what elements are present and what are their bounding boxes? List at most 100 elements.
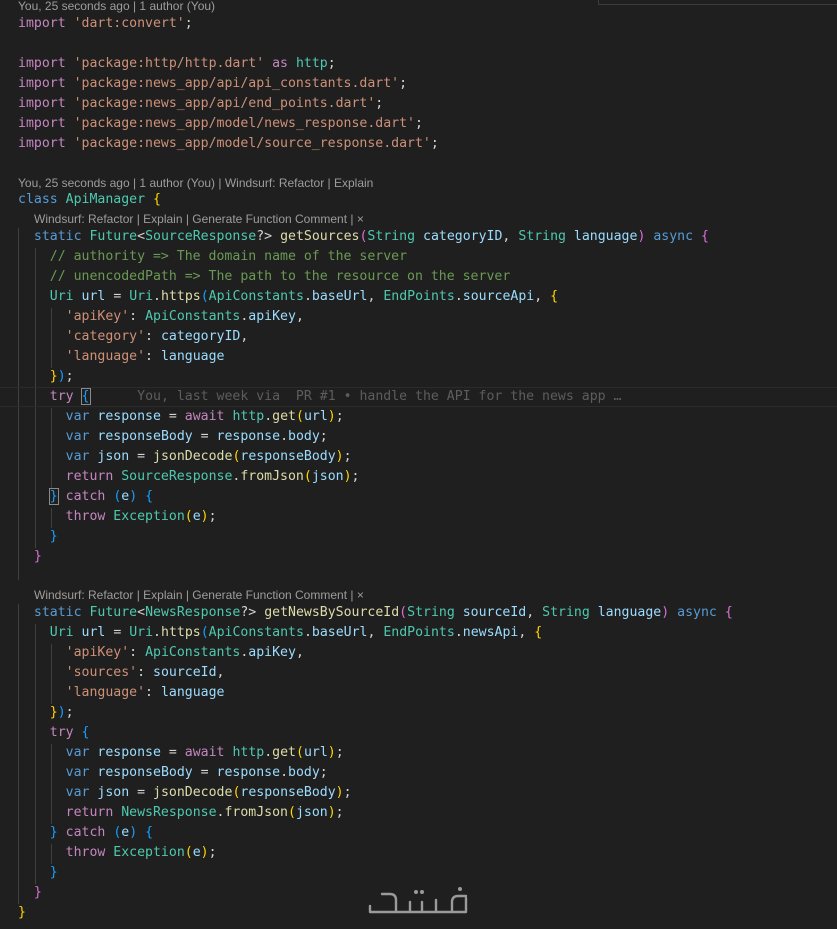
code-line[interactable]: return SourceResponse.fromJson(json); <box>18 467 360 487</box>
variable: language <box>160 685 225 700</box>
function-name: get <box>272 409 296 424</box>
code-line[interactable]: // authority => The domain name of the s… <box>18 247 407 267</box>
code-line[interactable]: var json = jsonDecode(responseBody); <box>18 783 352 803</box>
code-line[interactable]: } <box>18 903 26 923</box>
code-line[interactable]: 'language': language <box>18 683 225 703</box>
code-line[interactable]: } <box>18 547 42 567</box>
keyword: as <box>272 56 288 71</box>
identifier: http <box>232 745 265 760</box>
type: Uri <box>49 289 74 304</box>
type: Exception <box>113 845 185 860</box>
code-line[interactable]: import 'package:news_app/model/news_resp… <box>18 114 423 134</box>
close-icon[interactable]: × <box>357 588 364 602</box>
variable: response <box>97 409 161 424</box>
string: 'apiKey' <box>65 309 130 324</box>
code-line[interactable]: Uri url = Uri.https(ApiConstants.baseUrl… <box>18 287 558 307</box>
keyword: static <box>33 605 82 620</box>
code-line[interactable]: class ApiManager { <box>18 190 161 210</box>
code-line[interactable]: var responseBody = response.body; <box>18 763 328 783</box>
codelens-blame-class[interactable]: You, 25 seconds ago | 1 author (You) | W… <box>18 175 373 191</box>
keyword: import <box>18 76 66 91</box>
code-line[interactable]: import 'package:news_app/api/end_points.… <box>18 94 383 114</box>
identifier: http <box>295 56 328 71</box>
keyword: var <box>65 745 90 760</box>
code-line[interactable]: Uri url = Uri.https(ApiConstants.baseUrl… <box>18 623 542 643</box>
code-line[interactable]: } <box>18 883 42 903</box>
type: ApiConstants <box>208 625 304 640</box>
code-line[interactable]: throw Exception(e); <box>18 507 217 527</box>
comment: // authority => The domain name of the s… <box>49 249 408 264</box>
variable: url <box>303 745 328 760</box>
code-line[interactable]: import 'package:http/http.dart' as http; <box>18 54 336 74</box>
property: baseUrl <box>311 289 368 304</box>
string: 'package:news_app/api/api_constants.dart… <box>73 76 400 91</box>
type: String <box>542 605 590 620</box>
code-line[interactable]: 'apiKey': ApiConstants.apiKey, <box>18 307 304 327</box>
function-name: jsonDecode <box>153 785 233 800</box>
variable: e <box>192 845 201 860</box>
keyword: return <box>65 469 114 484</box>
code-line[interactable]: static Future<NewsResponse?> getNewsBySo… <box>18 603 733 623</box>
code-line[interactable]: } <box>18 527 58 547</box>
type: Uri <box>49 625 74 640</box>
type: ApiConstants <box>208 289 304 304</box>
code-line[interactable]: 'apiKey': ApiConstants.apiKey, <box>18 643 304 663</box>
code-line[interactable]: // unencodedPath => The path to the reso… <box>18 267 511 287</box>
code-line[interactable]: } catch (e) { <box>18 487 153 507</box>
code-line[interactable]: }); <box>18 703 74 723</box>
code-line[interactable]: 'category': categoryID, <box>18 327 249 347</box>
code-line[interactable]: 'sources': sourceId, <box>18 663 225 683</box>
code-line[interactable]: var json = jsonDecode(responseBody); <box>18 447 352 467</box>
khamsat-watermark-logo <box>368 887 468 914</box>
code-line-current[interactable]: try { You, last week via PR #1 • handle … <box>18 387 621 407</box>
string: 'package:http/http.dart' <box>73 56 265 71</box>
variable: responseBody <box>240 785 336 800</box>
keyword: catch <box>65 825 106 840</box>
keyword: await <box>184 745 225 760</box>
code-line[interactable]: 'language': language <box>18 347 225 367</box>
bracket-match: } <box>48 488 59 505</box>
codelens-windsurf-method2[interactable]: Windsurf: Refactor | Explain | Generate … <box>34 587 364 603</box>
function-name: https <box>161 625 201 640</box>
code-line[interactable]: var response = await http.get(url); <box>18 743 344 763</box>
code-line[interactable]: }); <box>18 367 74 387</box>
codelens-blame-imports[interactable]: You, 25 seconds ago | 1 author (You) <box>18 0 215 14</box>
variable: sourceId <box>153 665 217 680</box>
type: SourceResponse <box>121 469 233 484</box>
code-line[interactable]: return NewsResponse.fromJson(json); <box>18 803 344 823</box>
close-icon[interactable]: × <box>357 212 364 226</box>
parameter: sourceId <box>462 605 527 620</box>
variable: response <box>97 745 161 760</box>
variable: e <box>192 509 201 524</box>
string: 'language' <box>65 349 146 364</box>
code-line[interactable]: var responseBody = response.body; <box>18 427 328 447</box>
class-name: ApiManager <box>65 192 146 207</box>
code-line[interactable]: } catch (e) { <box>18 823 153 843</box>
code-line[interactable]: } <box>18 863 58 883</box>
type: Exception <box>113 509 185 524</box>
code-line[interactable]: import 'package:news_app/model/source_re… <box>18 134 439 154</box>
code-line[interactable]: throw Exception(e); <box>18 843 217 863</box>
keyword: await <box>184 409 225 424</box>
code-line[interactable]: try { <box>18 723 90 743</box>
string: 'language' <box>65 685 146 700</box>
type: ApiConstants <box>145 645 241 660</box>
property: baseUrl <box>311 625 368 640</box>
function-name: fromJson <box>224 805 288 820</box>
variable: json <box>311 469 344 484</box>
string: 'package:news_app/api/end_points.dart' <box>73 96 376 111</box>
code-line[interactable]: import 'package:news_app/api/api_constan… <box>18 74 407 94</box>
inline-git-blame[interactable]: You, last week via PR #1 • handle the AP… <box>137 389 621 404</box>
codelens-windsurf-method1[interactable]: Windsurf: Refactor | Explain | Generate … <box>34 211 364 227</box>
code-line[interactable]: var response = await http.get(url); <box>18 407 344 427</box>
code-line[interactable]: import 'dart:convert'; <box>18 14 193 34</box>
function-name: jsonDecode <box>153 449 233 464</box>
code-line[interactable]: static Future<SourceResponse?> getSource… <box>18 227 709 247</box>
type: ApiConstants <box>145 309 241 324</box>
function-name: getSources <box>280 229 360 244</box>
property: apiKey <box>248 645 296 660</box>
keyword: var <box>65 409 90 424</box>
keyword: try <box>49 725 74 740</box>
parameter: language <box>573 229 638 244</box>
variable: response <box>216 429 281 444</box>
